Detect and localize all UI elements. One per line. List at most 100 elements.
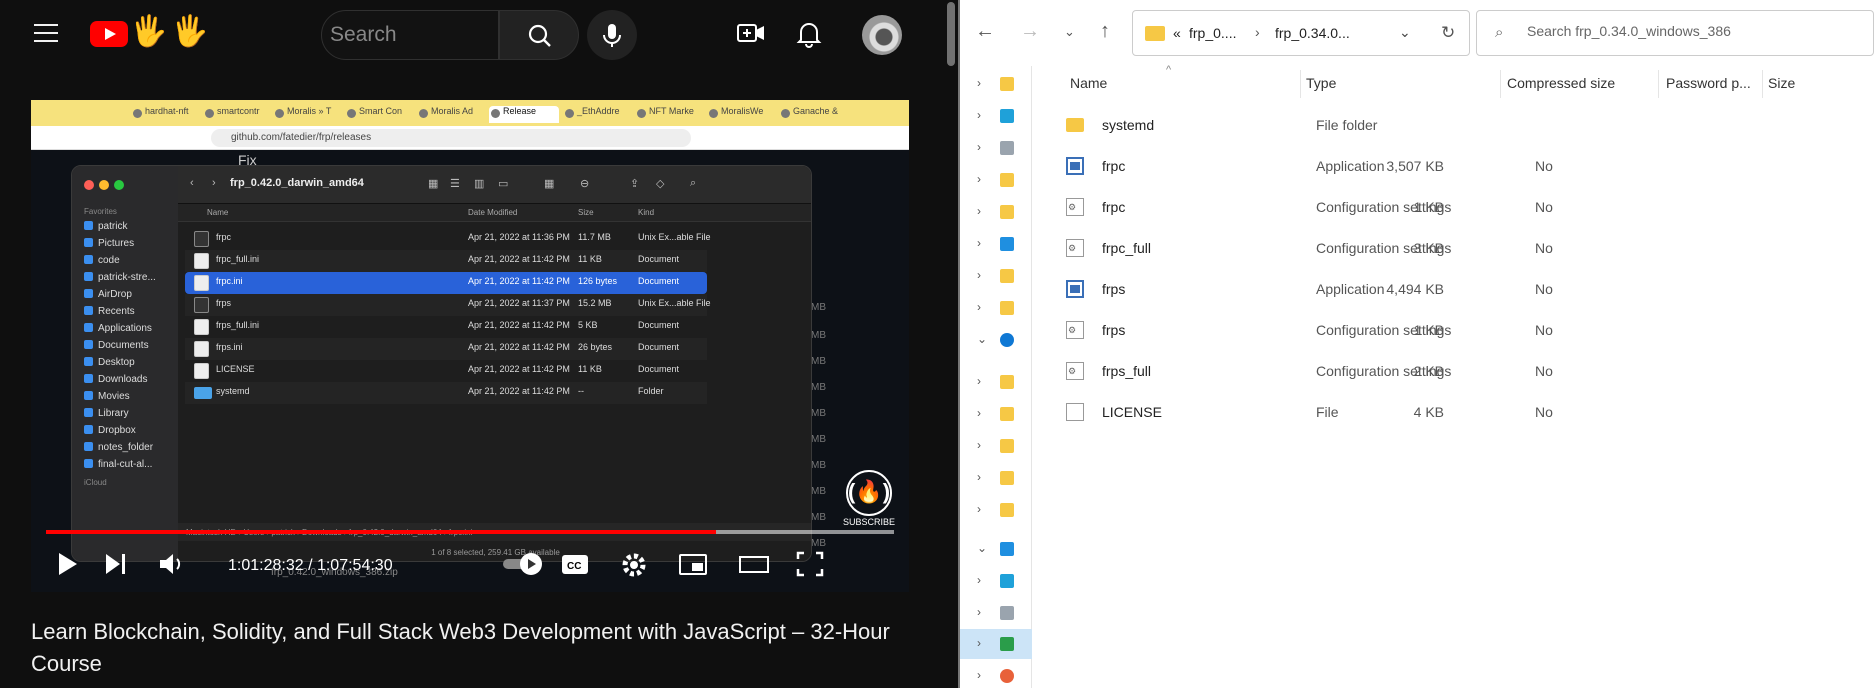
file-row[interactable]: frpsConfiguration settings1 KBNo	[1048, 310, 1874, 350]
size-label: MB	[811, 356, 826, 367]
volume-icon[interactable]	[157, 550, 187, 578]
page-scrollbar[interactable]	[944, 0, 958, 688]
search-input[interactable]	[330, 11, 490, 59]
column-size[interactable]: Size	[1768, 75, 1795, 91]
search-button[interactable]	[499, 10, 579, 60]
nav-tree-item[interactable]: ›	[960, 367, 1032, 397]
progress-bar[interactable]	[46, 530, 894, 534]
nav-tree-item[interactable]: ›	[960, 197, 1032, 227]
nav-tree-item[interactable]: ›	[960, 165, 1032, 195]
nav-tree-item[interactable]: ⌄	[960, 325, 1032, 355]
nav-tree-item[interactable]: ›	[960, 661, 1032, 688]
size-label: MB	[811, 330, 826, 341]
file-row[interactable]: frps Application 4,494 KB No	[1048, 269, 1874, 309]
breadcrumb-current[interactable]: frp_0.34.0...	[1275, 25, 1350, 41]
notifications-icon[interactable]	[796, 20, 822, 48]
nav-tree-item[interactable]: ⌄	[960, 534, 1032, 564]
scrollbar-thumb[interactable]	[947, 2, 955, 66]
theater-mode-icon[interactable]	[737, 550, 771, 578]
nav-tree-item[interactable]: ›	[960, 293, 1032, 323]
file-row[interactable]: systemd File folder	[1048, 105, 1874, 145]
finder-cell-size: 126 bytes	[578, 276, 618, 286]
nav-tree-item[interactable]: ›	[960, 495, 1032, 525]
finder-cell-size: 26 bytes	[578, 342, 613, 352]
nav-tree-item[interactable]: ›	[960, 261, 1032, 291]
column-divider[interactable]	[1762, 70, 1763, 98]
finder-row: frpc_full.ini Apr 21, 2022 at 11:42 PM 11 …	[185, 250, 707, 272]
size-label: MB	[811, 302, 826, 313]
cell-name: frps	[1102, 322, 1126, 338]
youtube-header: 🖐🖐	[0, 0, 958, 68]
play-icon[interactable]	[55, 550, 79, 578]
subscribe-label: SUBSCRIBE	[842, 517, 895, 527]
column-type[interactable]: Type	[1306, 75, 1336, 91]
chevron-down-icon[interactable]: ⌄	[1399, 24, 1411, 41]
back-icon[interactable]: ←	[975, 20, 995, 43]
forward-icon[interactable]: →	[1020, 20, 1040, 43]
column-headers: ^ Name Type Compressed size Password p..…	[1032, 64, 1874, 100]
file-row[interactable]: frps_fullConfiguration settings2 KBNo	[1048, 351, 1874, 391]
next-icon[interactable]	[103, 550, 129, 578]
breadcrumb-overflow[interactable]: «	[1173, 25, 1181, 41]
sidebar-item: Documents	[84, 340, 149, 351]
create-video-icon[interactable]	[736, 20, 766, 48]
nav-tree-item[interactable]: ›	[960, 229, 1032, 259]
channel-watermark[interactable]: (🔥) SUBSCRIBE	[841, 470, 897, 527]
column-divider[interactable]	[1300, 70, 1301, 98]
nav-tree-item[interactable]: ›	[960, 598, 1032, 628]
column-compressed-size[interactable]: Compressed size	[1507, 75, 1615, 91]
file-row[interactable]: frpcConfiguration settings1 KBNo	[1048, 187, 1874, 227]
column-divider[interactable]	[1658, 70, 1659, 98]
video-player[interactable]: hardhat-nft smartcontr Moralis » T Smart…	[31, 100, 909, 592]
nav-tree-item[interactable]: ›	[960, 133, 1032, 163]
youtube-logo[interactable]	[90, 21, 128, 47]
chevron-right-icon: ›	[977, 236, 981, 250]
played-bar	[46, 530, 716, 534]
column-view-icon: ▥	[474, 178, 485, 190]
settings-icon[interactable]	[619, 550, 649, 580]
minimize-icon	[99, 180, 109, 190]
captions-icon[interactable]: CC	[559, 550, 591, 578]
breadcrumb-parent[interactable]: frp_0....	[1189, 25, 1236, 41]
recent-locations-icon[interactable]: ⌄	[1064, 24, 1075, 40]
size-label: MB	[811, 460, 826, 471]
refresh-icon[interactable]: ↻	[1441, 23, 1455, 43]
nav-tree-item[interactable]: ›	[960, 463, 1032, 493]
nav-tree-item[interactable]: ›	[960, 566, 1032, 596]
nav-tree-item[interactable]: ›	[960, 69, 1032, 99]
up-icon[interactable]: ↑	[1100, 20, 1110, 43]
explorer-search[interactable]: ⌕	[1476, 10, 1874, 56]
finder-cell-name: frps.ini	[216, 342, 243, 352]
sidebar-item: AirDrop	[84, 289, 132, 300]
group-icon: ▦	[544, 178, 555, 190]
fullscreen-icon[interactable]	[795, 550, 825, 578]
column-password[interactable]: Password p...	[1666, 75, 1751, 91]
file-icon	[1066, 403, 1084, 421]
cell-name: LICENSE	[1102, 404, 1162, 420]
nav-tree-item[interactable]: ›	[960, 101, 1032, 131]
column-date: Date Modified	[468, 208, 518, 217]
folder-icon	[1000, 301, 1014, 315]
nav-tree-item[interactable]: ›	[960, 399, 1032, 429]
document-icon	[194, 363, 209, 379]
column-name[interactable]: Name	[1070, 75, 1107, 91]
file-row[interactable]: LICENSE File 4 KB No	[1048, 392, 1874, 432]
pictures-icon	[1000, 237, 1014, 251]
avatar[interactable]	[862, 15, 902, 55]
size-label: MB	[811, 434, 826, 445]
finder-cell-date: Apr 21, 2022 at 11:42 PM	[468, 386, 570, 396]
menu-icon[interactable]	[34, 24, 58, 44]
nav-tree-item-selected[interactable]: ›	[960, 629, 1032, 659]
search-box[interactable]	[321, 10, 499, 60]
finder-sidebar: Favorites patrick Pictures code patrick-…	[72, 166, 178, 561]
file-row[interactable]: frpc_fullConfiguration settings3 KBNo	[1048, 228, 1874, 268]
file-row[interactable]: frpc Application 3,507 KB No	[1048, 146, 1874, 186]
column-divider[interactable]	[1500, 70, 1501, 98]
nav-tree-item[interactable]: ›	[960, 431, 1032, 461]
address-bar[interactable]: « frp_0.... › frp_0.34.0... ⌄ ↻	[1132, 10, 1470, 56]
autoplay-toggle[interactable]	[501, 550, 547, 578]
chevron-right-icon: ›	[977, 502, 981, 516]
miniplayer-icon[interactable]	[677, 550, 709, 578]
explorer-search-input[interactable]	[1527, 23, 1867, 39]
voice-search-button[interactable]	[587, 10, 637, 60]
